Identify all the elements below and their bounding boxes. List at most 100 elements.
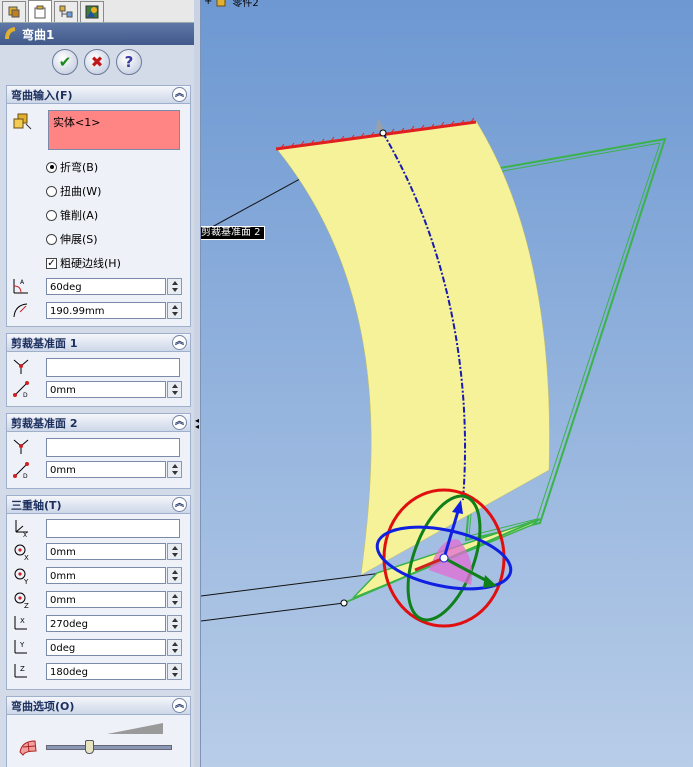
accuracy-slider-track[interactable]	[46, 745, 172, 750]
collapse-chevron-icon[interactable]: ︽	[172, 87, 187, 102]
triad-x-spinner[interactable]	[167, 543, 182, 560]
radio-stretch[interactable]	[46, 233, 57, 245]
option-taper[interactable]: 锥削(A)	[46, 207, 98, 223]
radio-twist[interactable]	[46, 185, 57, 197]
option-fold-label: 折弯(B)	[60, 161, 99, 174]
feature-title: 弯曲1	[22, 27, 55, 42]
collapse-chevron-icon[interactable]: ︽	[172, 335, 187, 350]
property-manager-icon	[34, 5, 46, 18]
svg-text:D: D	[23, 473, 28, 480]
triad-y-spinner[interactable]	[167, 567, 182, 584]
trim-plane1-group: 剪裁基准面 1 ︽ D 0mm	[6, 333, 191, 407]
accuracy-ramp-icon	[107, 723, 163, 734]
accuracy-mesh-icon	[19, 740, 37, 756]
help-icon: ?	[124, 53, 134, 71]
triad-rot-z-spinner[interactable]	[167, 663, 182, 680]
radius-spinner[interactable]	[167, 302, 182, 319]
triad-rot-z-input[interactable]: 180deg	[46, 663, 166, 680]
trim-plane1-selection[interactable]	[46, 358, 180, 377]
axis-arrow-top	[376, 118, 384, 130]
bend-input-header[interactable]: 弯曲输入(F) ︽	[7, 86, 190, 104]
rotation-y-icon: Y	[14, 640, 27, 654]
svg-text:Z: Z	[20, 665, 25, 673]
tab-configuration-manager[interactable]	[54, 1, 78, 22]
bodies-selection-box[interactable]: 实体<1>	[48, 110, 180, 150]
model-canvas[interactable]	[201, 0, 693, 767]
option-fold[interactable]: 折弯(B)	[46, 159, 98, 175]
collapse-chevron-icon[interactable]: ︽	[172, 415, 187, 430]
triad-z-spinner[interactable]	[167, 591, 182, 608]
angle-input[interactable]: 60deg	[46, 278, 166, 295]
hard-edges-option[interactable]: ✓ 粗硬边线(H)	[46, 255, 121, 271]
trim-plane1-title: 剪裁基准面 1	[11, 336, 78, 350]
splitter-grip-icon[interactable]: ◂ ◂	[195, 417, 199, 431]
bend-options-group: 弯曲选项(O) ︽	[6, 696, 191, 767]
configuration-icon	[59, 5, 73, 18]
tab-display-manager[interactable]	[80, 1, 104, 22]
bend-options-header[interactable]: 弯曲选项(O) ︽	[7, 697, 190, 715]
option-taper-label: 锥削(A)	[60, 209, 99, 222]
action-buttons: ✔ ✖ ?	[0, 45, 194, 79]
option-twist-label: 扭曲(W)	[60, 185, 102, 198]
accuracy-slider-thumb[interactable]	[85, 740, 95, 754]
property-manager-panel: 弯曲1 ✔ ✖ ? 弯曲输入(F) ︽ 实体<1> 折弯(B) 扭曲(W) 锥削…	[0, 0, 195, 767]
triad-origin-icon: X	[15, 520, 28, 537]
option-stretch-label: 伸展(S)	[60, 233, 98, 246]
triad-header[interactable]: 三重轴(T) ︽	[7, 496, 190, 514]
option-stretch[interactable]: 伸展(S)	[46, 231, 98, 247]
angle-spinner[interactable]	[167, 278, 182, 295]
checkmark-icon: ✔	[58, 53, 72, 71]
collapse-chevron-icon[interactable]: ︽	[172, 497, 187, 512]
triad-reference-selection[interactable]	[46, 519, 180, 538]
radius-input[interactable]: 190.99mm	[46, 302, 166, 319]
triad-title: 三重轴(T)	[11, 498, 62, 512]
tab-property-manager[interactable]	[28, 0, 52, 22]
trim-plane2-spinner[interactable]	[167, 461, 182, 478]
option-twist[interactable]: 扭曲(W)	[46, 183, 101, 199]
svg-text:Z: Z	[24, 602, 29, 609]
plane-handle-point[interactable]	[340, 599, 348, 607]
bodies-icon	[13, 113, 32, 130]
triad-rot-y-input[interactable]: 0deg	[46, 639, 166, 656]
plane-name-label[interactable]: 剪裁基准面 2	[201, 226, 265, 240]
triad-origin[interactable]	[439, 553, 449, 563]
rotation-z-icon: Z	[14, 664, 27, 678]
trim-plane2-selection[interactable]	[46, 438, 180, 457]
triad-z-input[interactable]: 0mm	[46, 591, 166, 608]
bend-feature-icon	[5, 27, 16, 40]
radius-icon	[13, 303, 28, 318]
tab-feature-manager[interactable]	[2, 1, 26, 22]
feature-title-bar: 弯曲1	[0, 23, 194, 45]
triad-rot-x-input[interactable]: 270deg	[46, 615, 166, 632]
bend-input-title: 弯曲输入(F)	[11, 88, 73, 102]
triad-y-input[interactable]: 0mm	[46, 567, 166, 584]
radio-taper[interactable]	[46, 209, 57, 221]
trim-plane1-spinner[interactable]	[167, 381, 182, 398]
selected-body: 实体<1>	[53, 116, 101, 129]
axis-top-point[interactable]	[379, 129, 387, 137]
trim-plane2-distance[interactable]: 0mm	[46, 461, 166, 478]
graphics-viewport[interactable]: + 零件2 剪裁基准面 2	[201, 0, 693, 767]
triad-arrow-y	[483, 575, 497, 588]
trim-plane1-distance[interactable]: 0mm	[46, 381, 166, 398]
triad-rot-x-spinner[interactable]	[167, 615, 182, 632]
triad-rot-y-spinner[interactable]	[167, 639, 182, 656]
cancel-button[interactable]: ✖	[84, 49, 110, 75]
radio-fold[interactable]	[46, 161, 57, 173]
trim-plane2-header[interactable]: 剪裁基准面 2 ︽	[7, 414, 190, 432]
triad-x-input[interactable]: 0mm	[46, 543, 166, 560]
distance-icon: D	[13, 462, 29, 480]
trim-plane1-header[interactable]: 剪裁基准面 1 ︽	[7, 334, 190, 352]
feature-tree-icon	[8, 6, 20, 18]
svg-text:D: D	[23, 392, 28, 399]
panel-splitter[interactable]: ◂ ◂	[194, 0, 201, 767]
distance-icon: D	[13, 381, 29, 399]
angle-icon: A	[13, 279, 28, 294]
ok-button[interactable]: ✔	[52, 49, 78, 75]
help-button[interactable]: ?	[116, 49, 142, 75]
collapse-chevron-icon[interactable]: ︽	[172, 698, 187, 713]
hard-edges-checkbox[interactable]: ✓	[46, 257, 57, 269]
trim-vertex-icon	[13, 359, 29, 374]
bend-input-group: 弯曲输入(F) ︽ 实体<1> 折弯(B) 扭曲(W) 锥削(A) 伸展(S) …	[6, 85, 191, 327]
svg-text:X: X	[23, 532, 27, 537]
